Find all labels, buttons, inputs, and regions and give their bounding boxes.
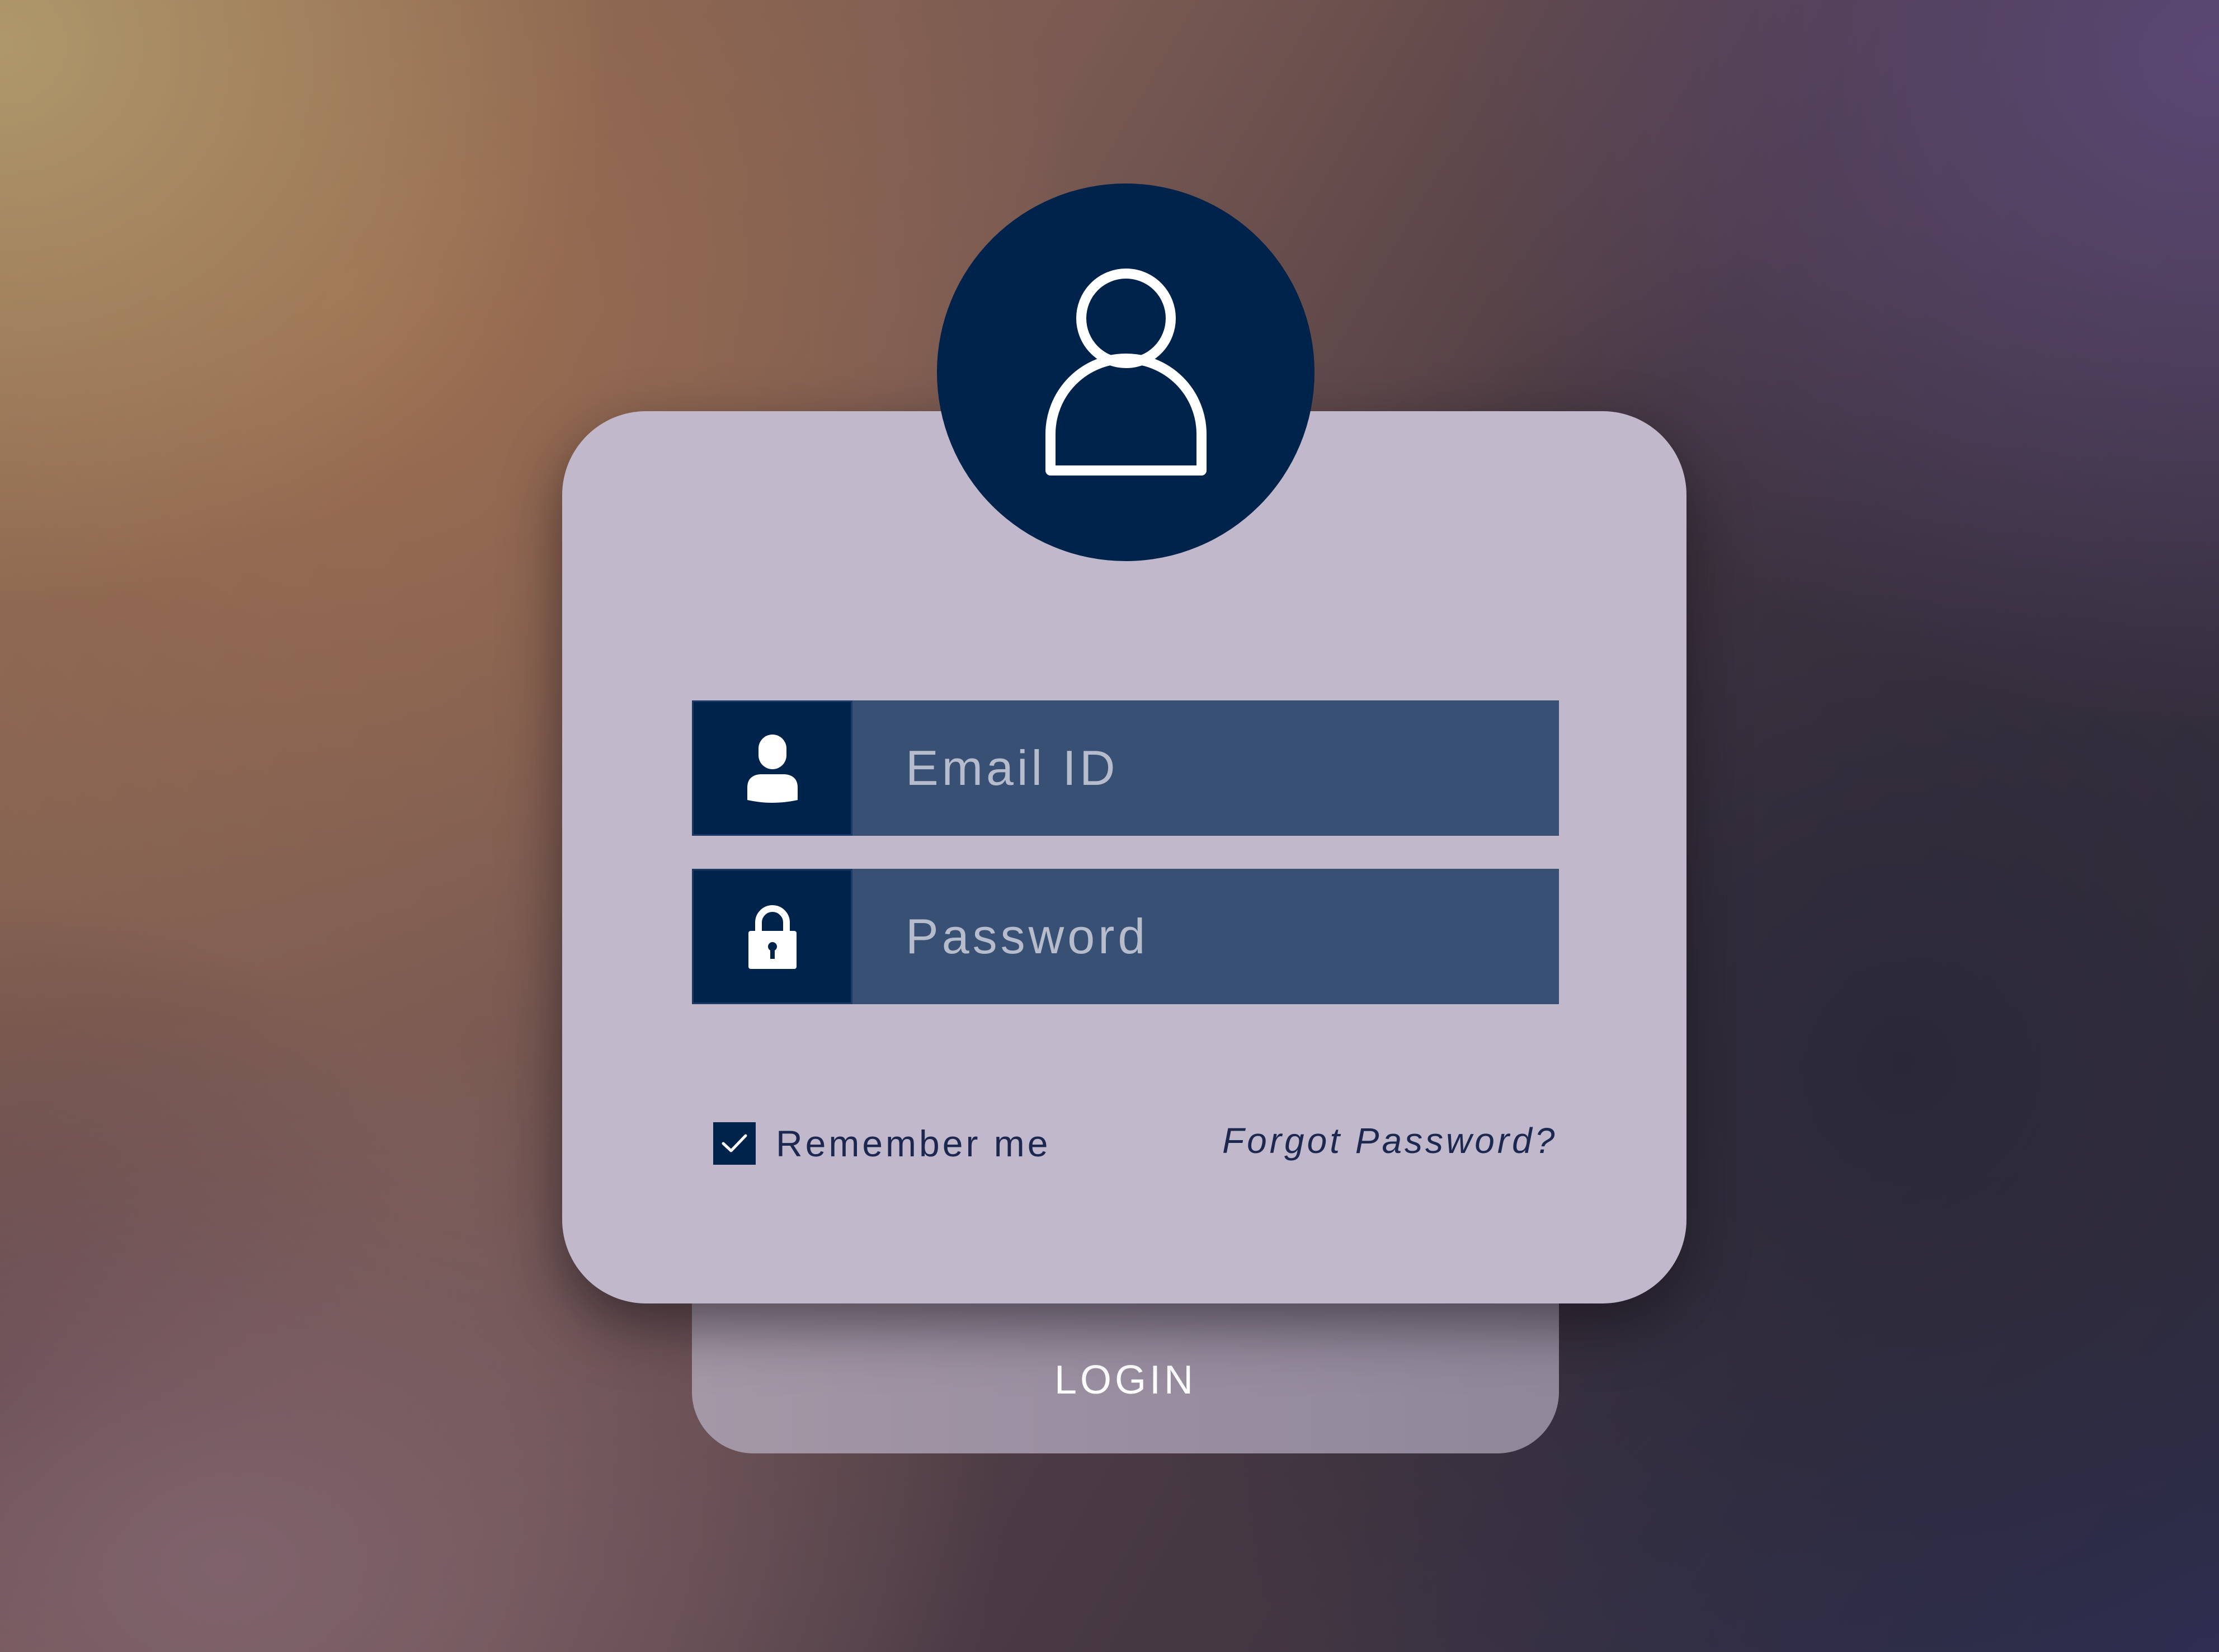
email-field bbox=[692, 700, 1559, 836]
remember-me-label: Remember me bbox=[776, 1123, 1051, 1164]
remember-me-toggle[interactable]: Remember me bbox=[713, 1122, 1050, 1165]
avatar bbox=[937, 183, 1315, 561]
remember-me-checkbox[interactable] bbox=[713, 1122, 756, 1165]
email-input[interactable] bbox=[852, 700, 1559, 836]
lock-icon bbox=[748, 905, 797, 969]
user-outline-icon bbox=[1045, 268, 1207, 476]
password-field bbox=[692, 869, 1559, 1004]
user-icon bbox=[747, 735, 798, 803]
password-input[interactable] bbox=[852, 869, 1559, 1004]
login-button-label: LOGIN bbox=[1054, 1358, 1197, 1402]
checkmark-icon bbox=[722, 1134, 747, 1152]
password-icon-box bbox=[692, 869, 852, 1004]
email-icon-box bbox=[692, 700, 852, 836]
forgot-password-link[interactable]: Forgot Password? bbox=[1222, 1120, 1557, 1161]
